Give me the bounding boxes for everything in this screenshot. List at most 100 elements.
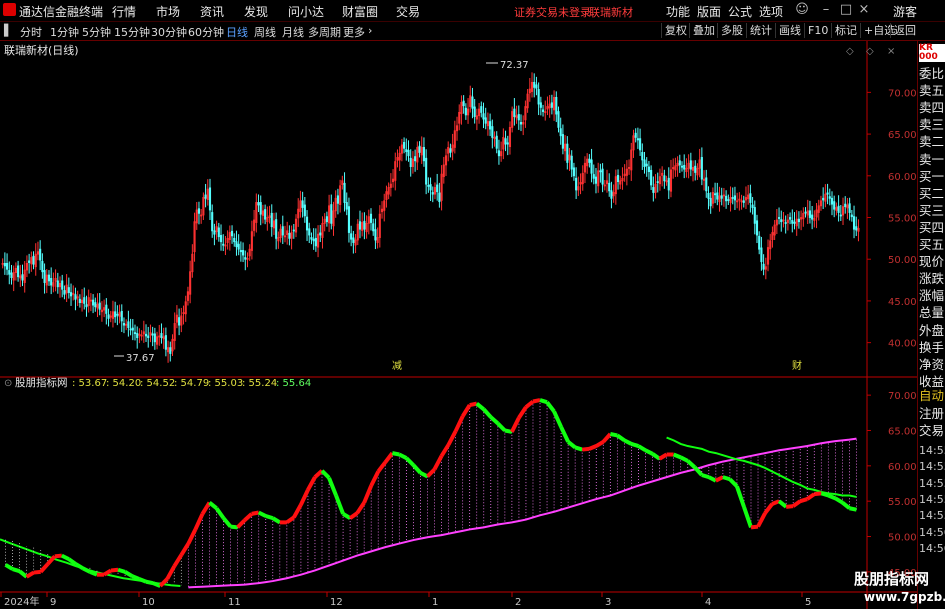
event-marker-reduce[interactable]: 减 — [392, 360, 402, 372]
candle-body — [808, 210, 811, 218]
panel-link[interactable]: 注册 — [919, 403, 945, 422]
menu-item-market[interactable]: 市场 — [156, 3, 180, 20]
chart-close-icon[interactable]: × — [887, 46, 895, 57]
candle-body — [438, 192, 441, 203]
candle-body — [594, 176, 598, 184]
x-axis-ticks: 2024年 9 10 11 12 1 2 3 4 5 — [0, 592, 811, 608]
indicator-step — [342, 512, 352, 520]
candle-body — [122, 323, 126, 326]
user-label[interactable]: 游客 — [893, 3, 917, 20]
candle-body — [760, 247, 763, 263]
candle-body — [575, 177, 578, 191]
candle-body — [707, 192, 710, 199]
period-multi[interactable]: 多周期 — [308, 24, 341, 40]
candle-body — [852, 216, 856, 230]
candle-body — [136, 333, 139, 339]
user-icon[interactable]: ☺ — [794, 2, 810, 18]
candle-body — [656, 181, 659, 184]
period-daily[interactable]: 日线 — [226, 24, 248, 40]
period-weekly[interactable]: 周线 — [254, 24, 276, 40]
candle-body — [850, 214, 853, 218]
period-intraday[interactable]: 分时 — [20, 24, 42, 40]
period-more[interactable]: 更多 — [343, 24, 365, 40]
candle-body — [92, 299, 95, 306]
candle-body — [844, 203, 847, 208]
adjust-button[interactable]: 复权 — [661, 23, 690, 38]
menu-item-formula[interactable]: 公式 — [728, 3, 752, 20]
candle-body — [208, 187, 212, 211]
indicator-step — [362, 484, 374, 504]
candle-body — [533, 81, 536, 88]
kline-chart[interactable]: 联瑞新材(日线) ◇ ◇ × 72.37 37.67 减 财 ⊙ 股朋指标网 :… — [0, 41, 917, 609]
event-marker-finance[interactable]: 财 — [792, 359, 802, 372]
indicator-step — [102, 568, 113, 577]
multi-stock-button[interactable]: 多股 — [717, 23, 746, 38]
chart-title: 联瑞新材(日线) — [4, 43, 79, 57]
menu-item-news[interactable]: 资讯 — [200, 3, 224, 20]
candle-body — [667, 177, 670, 191]
candle-body — [211, 212, 214, 232]
menu-item-trade[interactable]: 交易 — [396, 3, 420, 20]
maximize-icon[interactable]: □ — [838, 2, 854, 18]
indicator-step — [658, 452, 668, 461]
draw-button[interactable]: 画线 — [775, 23, 804, 38]
candle-body — [709, 197, 712, 207]
candle-body — [650, 169, 653, 186]
indicator-step — [849, 506, 857, 512]
candle-body — [301, 200, 304, 208]
period-15min[interactable]: 15分钟 — [114, 24, 150, 40]
menu-item-discover[interactable]: 发现 — [244, 3, 268, 20]
period-5min[interactable]: 5分钟 — [82, 24, 111, 40]
chart-collapse-icon[interactable]: ◇ — [866, 46, 874, 57]
watermark-title: 股朋指标网 — [854, 570, 930, 588]
candle-body — [314, 237, 317, 247]
indicator-step — [221, 516, 233, 528]
candle-body — [797, 218, 800, 223]
menu-item-quotes[interactable]: 行情 — [112, 3, 136, 20]
chart-diamond-icon[interactable]: ◇ — [846, 46, 854, 57]
period-monthly[interactable]: 月线 — [282, 24, 304, 40]
period-60min[interactable]: 60分钟 — [188, 24, 224, 40]
candle-body — [749, 193, 752, 203]
trade-time: 14:55 — [919, 492, 945, 506]
candle-body — [222, 243, 225, 246]
candle-body — [755, 220, 759, 236]
candle-body — [422, 147, 426, 162]
candle-body — [131, 327, 134, 331]
indicator-step — [117, 567, 126, 574]
menu-item-layout[interactable]: 版面 — [697, 3, 721, 20]
indicator-step — [630, 441, 640, 448]
mark-button[interactable]: 标记 — [831, 23, 860, 38]
close-icon[interactable]: × — [856, 2, 872, 18]
candle-body — [418, 145, 421, 153]
indicator-step — [792, 499, 802, 508]
f10-button[interactable]: F10 — [804, 23, 831, 38]
candle-body — [506, 142, 509, 145]
stock-name-tab[interactable]: 联瑞新材 — [589, 4, 633, 20]
menu-item-options[interactable]: 选项 — [759, 3, 783, 20]
period-1min[interactable]: 1分钟 — [50, 24, 79, 40]
login-status[interactable]: 证券交易未登录 — [514, 4, 591, 20]
menu-item-function[interactable]: 功能 — [666, 3, 690, 20]
candle-body — [839, 214, 842, 217]
candle-body — [610, 190, 613, 199]
trade-time: 14:56 — [919, 525, 945, 539]
indicator-settings-icon[interactable]: ⊙ — [4, 378, 12, 389]
back-button[interactable]: 返回 — [890, 23, 919, 38]
overlay-button[interactable]: 叠加 — [689, 23, 718, 38]
high-price-label: 72.37 — [500, 60, 529, 71]
auto-refresh-toggle[interactable]: 自动 — [919, 385, 945, 404]
indicator-value: : 53.67 — [72, 378, 107, 389]
price-tick-label: 65.00 — [888, 130, 917, 141]
price-tick-label: 60.00 — [888, 172, 917, 183]
stats-button[interactable]: 统计 — [746, 23, 775, 38]
more-chevron-icon[interactable]: › — [368, 24, 372, 37]
panel-link[interactable]: 交易 — [919, 420, 945, 439]
menu-item-wealth[interactable]: 财富圈 — [342, 3, 378, 20]
candle-body — [151, 333, 154, 336]
minimize-icon[interactable]: – — [818, 2, 834, 18]
candle-body — [789, 217, 792, 220]
period-30min[interactable]: 30分钟 — [151, 24, 187, 40]
candle-body — [855, 226, 858, 231]
menu-item-ask[interactable]: 问小达 — [288, 3, 324, 20]
